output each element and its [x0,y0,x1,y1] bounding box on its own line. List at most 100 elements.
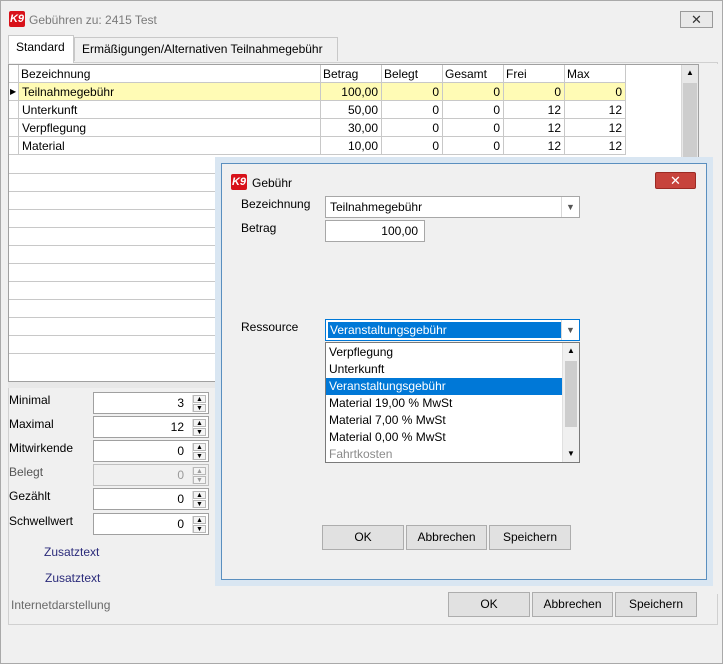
table-cell[interactable]: 0 [443,83,504,101]
empty-row-line [9,353,223,354]
internetdarstellung-link[interactable]: Internetdarstellung [11,598,110,612]
row-pointer-icon: ▶ [9,83,19,101]
scroll-thumb[interactable] [683,83,697,163]
table-cell[interactable]: 0 [443,119,504,137]
grid-header-betrag[interactable]: Betrag [321,65,382,83]
belegt-value: 0 [177,468,184,482]
belegt-label: Belegt [9,465,44,479]
list-item[interactable]: Material 7,00 % MwSt [326,412,563,429]
mitwirkende-stepper[interactable]: 0 ▲ ▼ [93,440,209,462]
stepper-arrows-icon[interactable]: ▲ ▼ [192,443,206,460]
table-cell[interactable]: Material [19,137,321,155]
grid-header-gesamt[interactable]: Gesamt [443,65,504,83]
ok-button[interactable]: OK [448,592,530,617]
schwellwert-stepper[interactable]: 0 ▲ ▼ [93,513,209,535]
empty-row-line [9,209,223,210]
speichern-button[interactable]: Speichern [615,592,697,617]
ressource-dropdown-list[interactable]: Verpflegung Unterkunft Veranstaltungsgeb… [325,342,580,463]
table-cell[interactable]: 100,00 [321,83,382,101]
close-button[interactable]: ✕ [680,11,713,28]
chevron-down-icon[interactable]: ▼ [561,197,579,217]
tab-ermaessigungen[interactable]: Ermäßigungen/Alternativen Teilnahmegebüh… [74,37,338,61]
grid-header-frei[interactable]: Frei [504,65,565,83]
minimal-value: 3 [177,396,184,410]
zusatztext-link-2[interactable]: Zusatztext [45,571,100,585]
list-item[interactable]: Material 19,00 % MwSt [326,395,563,412]
dialog-ok-button[interactable]: OK [322,525,404,550]
dialog-title: Gebühr [252,176,293,190]
list-scrollbar[interactable]: ▲ ▼ [562,343,579,462]
dialog-speichern-button[interactable]: Speichern [489,525,571,550]
table-cell[interactable]: 12 [565,119,626,137]
schwellwert-value: 0 [177,517,184,531]
betrag-field[interactable]: 100,00 [325,220,425,242]
bezeichnung-combo[interactable]: Teilnahmegebühr ▼ [325,196,580,218]
empty-row-line [9,245,223,246]
list-item-selected[interactable]: Veranstaltungsgebühr [326,378,563,395]
stepper-arrows-icon[interactable]: ▲ ▼ [192,516,206,533]
table-cell[interactable]: 0 [382,137,443,155]
grid-header-max[interactable]: Max [565,65,626,83]
scroll-thumb[interactable] [565,361,577,427]
grid-header-belegt[interactable]: Belegt [382,65,443,83]
abbrechen-button[interactable]: Abbrechen [532,592,613,617]
row-indicator [9,119,19,137]
table-cell[interactable]: Verpflegung [19,119,321,137]
scroll-up-icon[interactable]: ▲ [682,65,698,81]
maximal-stepper[interactable]: 12 ▲ ▼ [93,416,209,438]
table-cell[interactable]: 0 [443,137,504,155]
table-cell[interactable]: 12 [565,101,626,119]
list-item[interactable]: Material 0,00 % MwSt [326,429,563,446]
tab-standard[interactable]: Standard [8,35,74,63]
stepper-arrows-icon: ▲ ▼ [192,467,206,484]
stepper-arrows-icon[interactable]: ▲ ▼ [192,419,206,436]
table-cell[interactable]: 12 [504,119,565,137]
scroll-up-icon[interactable]: ▲ [563,343,579,359]
dialog-abbrechen-button[interactable]: Abbrechen [406,525,487,550]
ressource-combo[interactable]: Veranstaltungsgebühr ▼ [325,319,580,341]
table-cell[interactable]: 0 [382,83,443,101]
minimal-label: Minimal [9,393,51,407]
stepper-arrows-icon[interactable]: ▲ ▼ [192,395,206,412]
table-cell[interactable]: 0 [382,101,443,119]
gezaehlt-label: Gezählt [9,489,51,503]
table-cell[interactable]: 0 [443,101,504,119]
stepper-arrows-icon[interactable]: ▲ ▼ [192,491,206,508]
ressource-label: Ressource [241,320,299,334]
gezaehlt-value: 0 [177,492,184,506]
table-cell[interactable]: 12 [504,137,565,155]
table-cell[interactable]: 0 [504,83,565,101]
chevron-down-icon[interactable]: ▼ [561,320,579,340]
empty-row-line [9,281,223,282]
app-logo: K9 [9,11,25,27]
grid-header-bezeichnung[interactable]: Bezeichnung [19,65,321,83]
table-cell[interactable]: 0 [565,83,626,101]
list-item[interactable]: Verpflegung [326,344,563,361]
dialog-close-button[interactable]: ✕ [655,172,696,189]
scroll-down-icon[interactable]: ▼ [563,446,579,462]
maximal-value: 12 [170,420,184,434]
table-cell[interactable]: 12 [565,137,626,155]
list-item[interactable]: Unterkunft [326,361,563,378]
gezaehlt-stepper[interactable]: 0 ▲ ▼ [93,488,209,510]
minimal-stepper[interactable]: 3 ▲ ▼ [93,392,209,414]
window-title: Gebühren zu: 2415 Test [29,13,157,27]
title-bar: K9 Gebühren zu: 2415 Test ✕ [1,1,722,35]
row-indicator [9,101,19,119]
mitwirkende-label: Mitwirkende [9,441,74,455]
table-cell[interactable]: Unterkunft [19,101,321,119]
empty-row-line [9,263,223,264]
table-cell[interactable]: 30,00 [321,119,382,137]
zusatztext-link-1[interactable]: Zusatztext [44,545,99,559]
bezeichnung-value: Teilnahmegebühr [330,200,423,214]
list-item[interactable]: Fahrtkosten [326,446,563,463]
empty-row-line [9,299,223,300]
empty-row-line [9,227,223,228]
mitwirkende-value: 0 [177,444,184,458]
table-cell[interactable]: 12 [504,101,565,119]
table-cell[interactable]: 50,00 [321,101,382,119]
table-cell[interactable]: 10,00 [321,137,382,155]
table-cell[interactable]: 0 [382,119,443,137]
table-cell[interactable]: Teilnahmegebühr [19,83,321,101]
empty-row-line [9,191,223,192]
